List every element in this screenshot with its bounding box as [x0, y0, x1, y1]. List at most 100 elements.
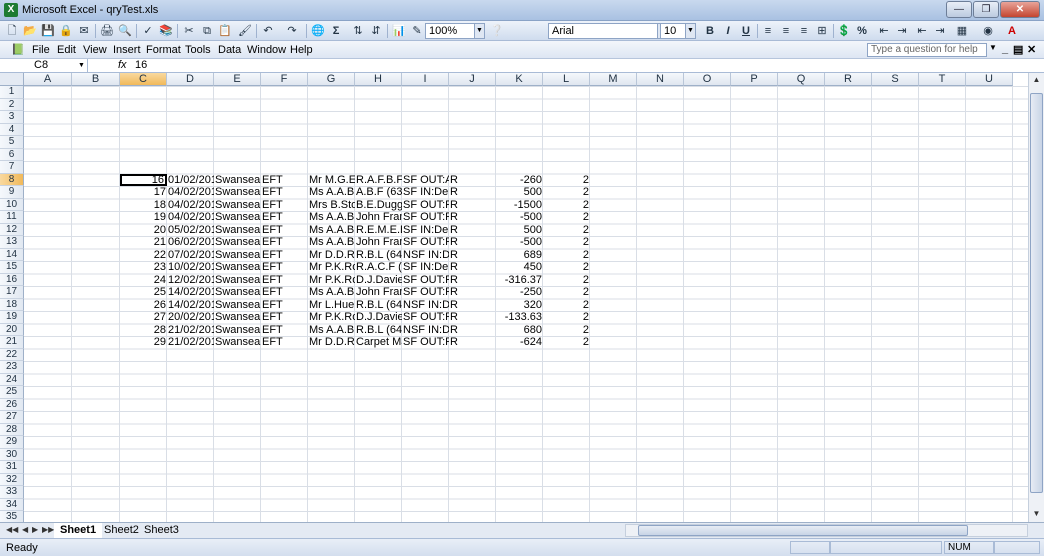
- row-header-18[interactable]: 18: [0, 298, 24, 311]
- row-header-28[interactable]: 28: [0, 423, 24, 436]
- percent-style-button[interactable]: %: [854, 23, 870, 39]
- row-header-6[interactable]: 6: [0, 148, 24, 161]
- cell-g-row[interactable]: Ms A.A.Br: [308, 186, 355, 199]
- permission-icon[interactable]: 🔒: [58, 23, 74, 39]
- cell-d-row[interactable]: 14/02/2014: [167, 286, 214, 299]
- row-header-2[interactable]: 2: [0, 98, 24, 111]
- row-header-27[interactable]: 27: [0, 411, 24, 424]
- column-header-r[interactable]: R: [825, 73, 872, 86]
- format-painter-icon[interactable]: 🖌: [237, 23, 253, 39]
- cell-j-row[interactable]: R: [449, 249, 496, 262]
- select-all-corner[interactable]: [0, 73, 24, 86]
- decrease-indent-icon[interactable]: ⇤: [914, 23, 930, 39]
- cell-d-row[interactable]: 01/02/2014: [167, 174, 214, 187]
- menu-help[interactable]: Help: [290, 44, 313, 56]
- align-right-icon[interactable]: ≡: [796, 23, 812, 39]
- paste-icon[interactable]: 📋: [217, 23, 233, 39]
- cell-f-row[interactable]: EFT: [261, 261, 308, 274]
- cell-e-row[interactable]: Swansea [: [214, 274, 261, 287]
- cell-d-row[interactable]: 21/02/2014: [167, 324, 214, 337]
- cell-h-row[interactable]: R.B.L (64): [355, 299, 402, 312]
- cell-f-row[interactable]: EFT: [261, 249, 308, 262]
- sort-ascending-icon[interactable]: ⇅: [350, 23, 366, 39]
- cell-h-row[interactable]: R.A.F.B.F: [355, 174, 402, 187]
- cell-i-row[interactable]: SF OUT:P: [402, 311, 449, 324]
- row-header-11[interactable]: 11: [0, 211, 24, 224]
- cell-g-row[interactable]: Mr M.G.Ec: [308, 174, 355, 187]
- horizontal-scroll-thumb[interactable]: [638, 525, 968, 536]
- sort-descending-icon[interactable]: ⇵: [368, 23, 384, 39]
- zoom-select[interactable]: 100% ▼: [425, 23, 485, 39]
- cell-f-row[interactable]: EFT: [261, 299, 308, 312]
- chevron-down-icon[interactable]: ▼: [474, 24, 484, 38]
- cell-i-row[interactable]: SF OUT:P: [402, 199, 449, 212]
- spelling-icon[interactable]: ✓: [140, 23, 156, 39]
- cell-e-row[interactable]: Swansea [: [214, 249, 261, 262]
- vertical-scrollbar[interactable]: ▲ ▼: [1028, 73, 1044, 522]
- cell-c-row[interactable]: 16: [120, 173, 167, 186]
- last-sheet-icon[interactable]: ▶▶: [42, 525, 54, 534]
- cell-h-row[interactable]: D.J.Davies: [355, 311, 402, 324]
- cell-c-row[interactable]: 25: [120, 286, 167, 299]
- row-header-31[interactable]: 31: [0, 461, 24, 474]
- cell-e-row[interactable]: Swansea [: [214, 324, 261, 337]
- email-icon[interactable]: ✉: [76, 23, 92, 39]
- hyperlink-icon[interactable]: 🌐: [310, 23, 326, 39]
- redo-icon[interactable]: ↷: [284, 23, 300, 39]
- cell-c-row[interactable]: 28: [120, 324, 167, 337]
- help-search-input[interactable]: Type a question for help: [867, 43, 987, 57]
- prev-sheet-icon[interactable]: ◀: [22, 525, 28, 534]
- cell-g-row[interactable]: Ms A.A.Br: [308, 211, 355, 224]
- row-header-13[interactable]: 13: [0, 236, 24, 249]
- column-header-o[interactable]: O: [684, 73, 731, 86]
- cell-f-row[interactable]: EFT: [261, 211, 308, 224]
- cell-g-row[interactable]: Ms A.A.Br: [308, 286, 355, 299]
- bold-button[interactable]: B: [702, 23, 718, 39]
- cell-e-row[interactable]: Swansea [: [214, 211, 261, 224]
- minimize-button[interactable]: —: [946, 1, 972, 18]
- chevron-down-icon[interactable]: ▼: [685, 24, 695, 38]
- column-header-q[interactable]: Q: [778, 73, 825, 86]
- cell-g-row[interactable]: Mr D.D.Re: [308, 249, 355, 262]
- undo-icon[interactable]: ↶: [260, 23, 276, 39]
- column-header-n[interactable]: N: [637, 73, 684, 86]
- cell-d-row[interactable]: 06/02/2014: [167, 236, 214, 249]
- cell-h-row[interactable]: Carpet Ma: [355, 336, 402, 349]
- cell-d-row[interactable]: 05/02/2014: [167, 224, 214, 237]
- font-name-select[interactable]: Arial ▼: [548, 23, 668, 39]
- row-header-17[interactable]: 17: [0, 286, 24, 299]
- help-icon[interactable]: ❔: [489, 23, 505, 39]
- cell-e-row[interactable]: Swansea [: [214, 286, 261, 299]
- cell-j-row[interactable]: R: [449, 224, 496, 237]
- cell-d-row[interactable]: 04/02/2014: [167, 186, 214, 199]
- cell-e-row[interactable]: Swansea [: [214, 261, 261, 274]
- cell-l-row[interactable]: 2: [543, 199, 590, 212]
- cell-i-row[interactable]: SF OUT:P: [402, 274, 449, 287]
- column-header-l[interactable]: L: [543, 73, 590, 86]
- cell-k-row[interactable]: -624: [496, 336, 543, 349]
- cell-h-row[interactable]: John Franc: [355, 211, 402, 224]
- cell-k-row[interactable]: 500: [496, 186, 543, 199]
- doc-restore-button[interactable]: ▤: [1013, 43, 1023, 56]
- menu-insert[interactable]: Insert: [113, 44, 141, 56]
- print-preview-icon[interactable]: 🔍: [117, 23, 133, 39]
- scroll-up-icon[interactable]: ▲: [1030, 73, 1043, 86]
- row-header-19[interactable]: 19: [0, 311, 24, 324]
- column-header-e[interactable]: E: [214, 73, 261, 86]
- next-sheet-icon[interactable]: ▶: [32, 525, 38, 534]
- cell-l-row[interactable]: 2: [543, 299, 590, 312]
- borders-icon[interactable]: ▦: [954, 23, 970, 39]
- row-header-14[interactable]: 14: [0, 248, 24, 261]
- row-header-22[interactable]: 22: [0, 348, 24, 361]
- column-header-k[interactable]: K: [496, 73, 543, 86]
- cell-k-row[interactable]: -133.63: [496, 311, 543, 324]
- cell-k-row[interactable]: -500: [496, 211, 543, 224]
- cell-c-row[interactable]: 24: [120, 274, 167, 287]
- cell-k-row[interactable]: -1500: [496, 199, 543, 212]
- cell-d-row[interactable]: 20/02/2014: [167, 311, 214, 324]
- cell-i-row[interactable]: NSF IN:De: [402, 249, 449, 262]
- cell-i-row[interactable]: NSF IN:De: [402, 324, 449, 337]
- tab-sheet3[interactable]: Sheet3: [138, 523, 185, 538]
- cell-g-row[interactable]: Mr P.K.Ro: [308, 274, 355, 287]
- cell-l-row[interactable]: 2: [543, 261, 590, 274]
